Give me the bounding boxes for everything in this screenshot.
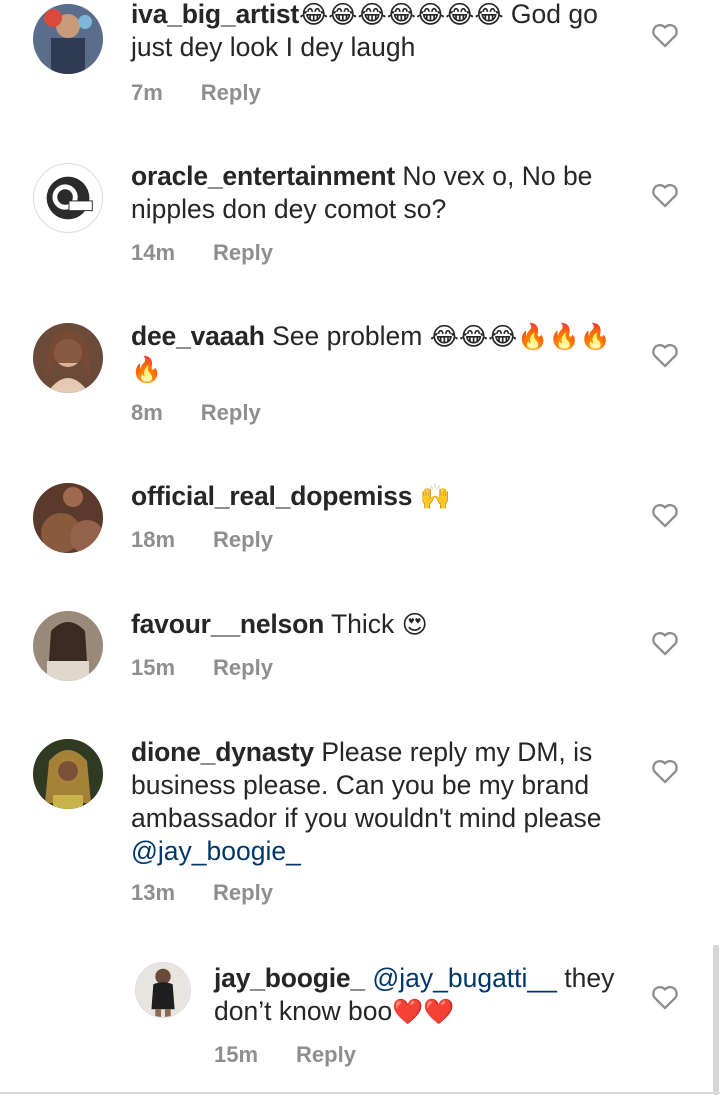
- bottom-divider: [0, 1092, 720, 1094]
- avatar[interactable]: [33, 4, 103, 74]
- comment-meta: 15m Reply: [131, 655, 273, 681]
- scrollbar[interactable]: [713, 945, 719, 1095]
- comment-username[interactable]: favour__nelson: [131, 609, 324, 639]
- reply-button[interactable]: Reply: [201, 400, 261, 426]
- comment-username[interactable]: dione_dynasty: [131, 737, 314, 767]
- avatar[interactable]: [33, 483, 103, 553]
- comment-text: official_real_dopemiss 🙌: [131, 480, 611, 513]
- comment-emojis: 😍: [401, 610, 428, 639]
- comment-body: Thick: [324, 609, 402, 639]
- heart-outline-icon[interactable]: [651, 502, 679, 528]
- comment-body: [412, 481, 419, 511]
- comment-username[interactable]: jay_boogie_: [214, 963, 365, 993]
- comment-text: dee_vaaah See problem 😂😂😂🔥🔥🔥🔥: [131, 320, 611, 386]
- reply-button[interactable]: Reply: [213, 527, 273, 553]
- mention-link[interactable]: @jay_boogie_: [131, 836, 301, 866]
- heart-outline-icon[interactable]: [651, 984, 679, 1010]
- comment-body: See problem: [264, 321, 430, 351]
- reply-button[interactable]: Reply: [296, 1042, 356, 1068]
- comment-time: 8m: [131, 400, 163, 425]
- comment-text: favour__nelson Thick 😍: [131, 608, 611, 641]
- mention-link[interactable]: @jay_bugatti__: [372, 963, 557, 993]
- comment-time: 15m: [214, 1042, 259, 1067]
- comment-username[interactable]: oracle_entertainment: [131, 161, 395, 191]
- heart-outline-icon[interactable]: [651, 182, 679, 208]
- reply-button[interactable]: Reply: [213, 655, 273, 681]
- reply-button[interactable]: Reply: [201, 80, 261, 106]
- comment-username[interactable]: official_real_dopemiss: [131, 481, 413, 511]
- comment-meta: 8m Reply: [131, 400, 261, 426]
- comment-time: 7m: [131, 80, 163, 105]
- comment-text: dione_dynasty Please reply my DM, is bus…: [131, 736, 611, 868]
- comment-meta: 7m Reply: [131, 80, 261, 106]
- comment-meta: 13m Reply: [131, 880, 273, 906]
- comment-text: oracle_entertainment No vex o, No be nip…: [131, 160, 611, 226]
- comment-time: 18m: [131, 527, 176, 552]
- comment-time: 15m: [131, 655, 176, 680]
- comment-emojis: ❤️❤️: [392, 997, 455, 1026]
- comment-time: 14m: [131, 240, 176, 265]
- avatar[interactable]: [33, 163, 103, 233]
- comment-emojis: 🙌: [419, 482, 451, 511]
- comment-emojis: 😂😂😂😂😂😂😂: [299, 0, 504, 29]
- avatar[interactable]: [33, 739, 103, 809]
- comment-meta: 15m Reply: [214, 1042, 356, 1068]
- comment-username[interactable]: iva_big_artist: [131, 0, 299, 29]
- comment-text: jay_boogie_ @jay_bugatti__ they don’t kn…: [214, 962, 624, 1028]
- comment-meta: 14m Reply: [131, 240, 273, 266]
- avatar[interactable]: [33, 611, 103, 681]
- comment-meta: 18m Reply: [131, 527, 273, 553]
- heart-outline-icon[interactable]: [651, 342, 679, 368]
- avatar[interactable]: [135, 962, 191, 1018]
- reply-button[interactable]: Reply: [213, 240, 273, 266]
- reply-button[interactable]: Reply: [213, 880, 273, 906]
- comment-username[interactable]: dee_vaaah: [131, 321, 265, 351]
- comment-text: iva_big_artist😂😂😂😂😂😂😂 God go just dey lo…: [131, 0, 611, 64]
- avatar[interactable]: [33, 323, 103, 393]
- heart-outline-icon[interactable]: [651, 22, 679, 48]
- heart-outline-icon[interactable]: [651, 630, 679, 656]
- comment-time: 13m: [131, 880, 176, 905]
- heart-outline-icon[interactable]: [651, 758, 679, 784]
